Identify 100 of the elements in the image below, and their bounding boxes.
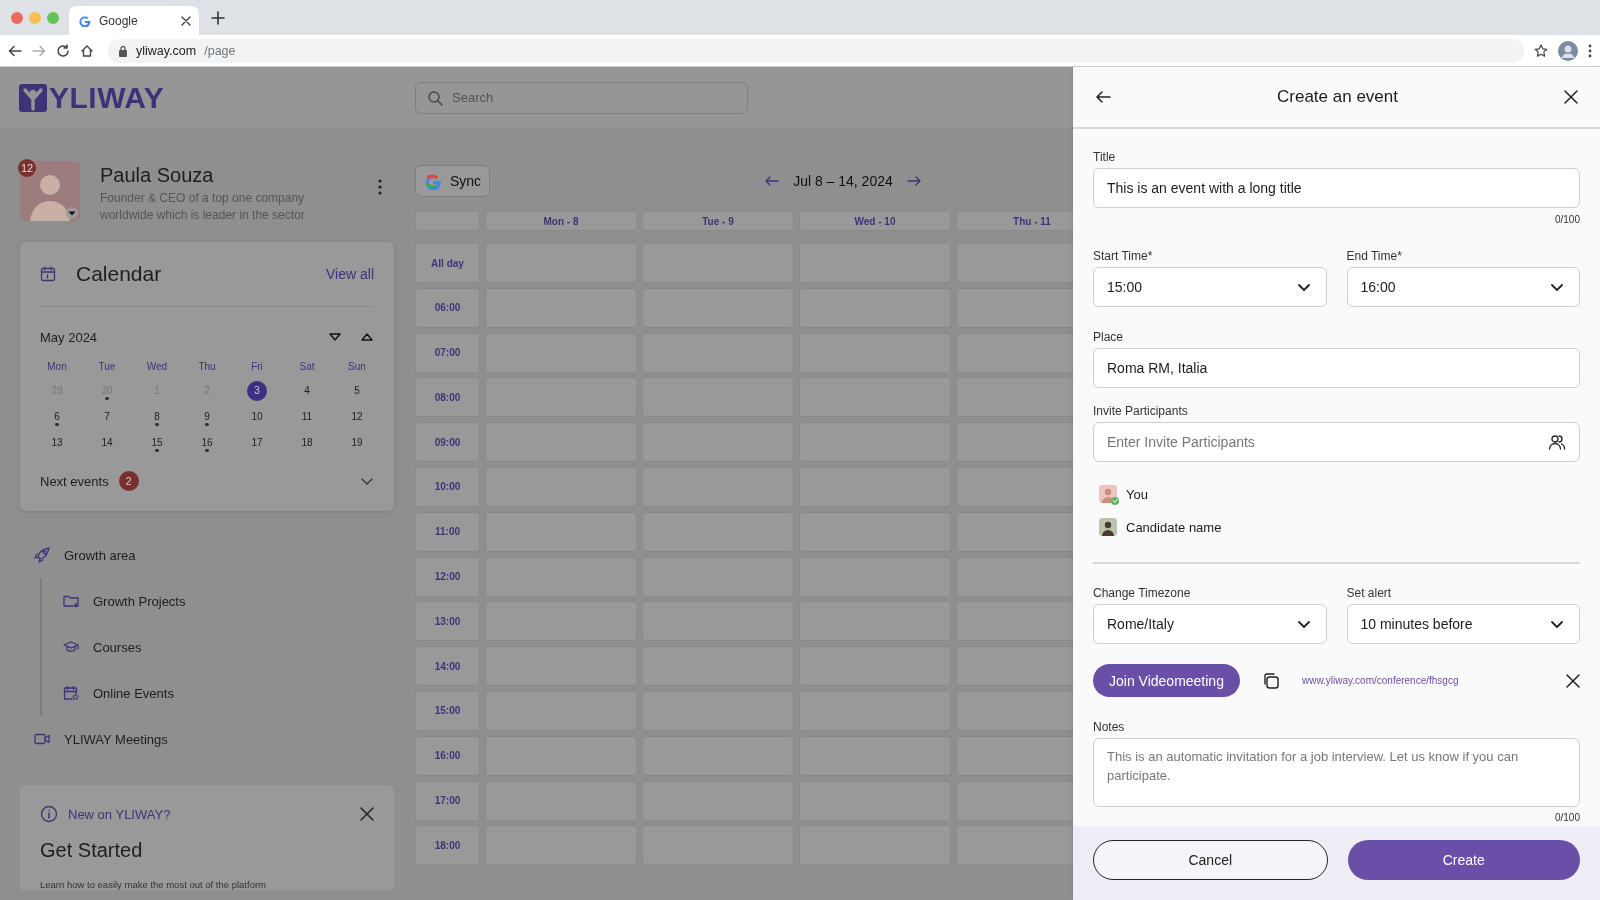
next-events-label: Next events: [40, 473, 109, 489]
weekday-label: Sat: [298, 361, 316, 374]
back-icon[interactable]: [8, 43, 22, 58]
join-videomeeting-button[interactable]: Join Videomeeting: [1093, 664, 1240, 697]
home-icon[interactable]: [80, 43, 94, 58]
next-week-icon[interactable]: [906, 175, 921, 187]
calendar-day[interactable]: 3: [247, 381, 267, 401]
next-month-icon[interactable]: [328, 331, 342, 343]
more-icon[interactable]: [1588, 43, 1592, 58]
calendar-day[interactable]: 10: [247, 407, 267, 427]
star-icon[interactable]: [1534, 43, 1548, 58]
window-minimize-icon[interactable]: [29, 11, 41, 24]
nav-item[interactable]: Growth area: [20, 532, 415, 578]
google-icon: [79, 14, 91, 27]
alert-dropdown[interactable]: 10 minutes before: [1346, 604, 1580, 644]
cancel-button[interactable]: Cancel: [1093, 840, 1328, 880]
field-label: End Time*: [1346, 249, 1403, 263]
timezone-dropdown[interactable]: Rome/Italy: [1093, 604, 1327, 644]
calendar-day[interactable]: 11: [297, 407, 317, 427]
calendar-slot[interactable]: [956, 690, 1073, 731]
nav-item[interactable]: Courses: [55, 624, 415, 670]
time-label: 11:00: [415, 511, 480, 552]
field-label: Start Time*: [1093, 249, 1154, 263]
window-maximize-icon[interactable]: [47, 11, 59, 24]
notes-input[interactable]: This is an automatic invitation for a job interview. Let us know if you can participate.: [1093, 738, 1580, 807]
week-range: Jul 8 – 14, 2024: [793, 173, 893, 189]
calendar-slot[interactable]: [956, 287, 1073, 328]
calendar-icon: [40, 266, 56, 282]
avatar-icon[interactable]: [1558, 40, 1578, 61]
dropdown-caret-icon[interactable]: [66, 207, 78, 219]
view-all-link[interactable]: View all: [326, 266, 374, 282]
end-time-dropdown[interactable]: 16:00: [1346, 267, 1580, 307]
profile-name: Paula Souza: [100, 164, 215, 187]
participant-name: Candidate name: [1126, 519, 1222, 535]
calendar-slot[interactable]: [956, 332, 1073, 373]
day-header: Thu - 11: [956, 211, 1073, 231]
address-bar[interactable]: yliway.com /page: [108, 38, 1524, 63]
time-label: 12:00: [415, 556, 480, 597]
calendar-slot[interactable]: [956, 511, 1073, 552]
more-icon[interactable]: [378, 179, 382, 195]
calendar-slot[interactable]: [956, 646, 1073, 687]
calendar-slot[interactable]: [956, 422, 1073, 463]
nav-item[interactable]: Growth Projects: [55, 578, 415, 624]
calendar-day[interactable]: 13: [47, 433, 67, 453]
logo-text: YLIWAY: [49, 80, 165, 115]
video-camera-icon: [34, 731, 50, 747]
close-icon[interactable]: [1564, 90, 1578, 104]
calendar-day[interactable]: 18: [297, 433, 317, 453]
window-close-icon[interactable]: [11, 11, 23, 24]
weekday-label: Wed: [145, 361, 169, 374]
calendar-slot[interactable]: [956, 467, 1073, 507]
day-header: Tue - 9: [642, 211, 794, 231]
close-tab-icon[interactable]: [181, 15, 191, 26]
start-time-dropdown[interactable]: 15:00: [1093, 267, 1327, 307]
create-button[interactable]: Create: [1347, 840, 1580, 880]
calendar-slot[interactable]: [956, 735, 1073, 776]
sync-button[interactable]: Sync: [415, 165, 491, 197]
character-counter: 0/100: [1553, 213, 1580, 227]
card-title: Calendar: [76, 262, 163, 286]
previous-week-icon[interactable]: [765, 175, 780, 187]
time-label: 16:00: [415, 735, 480, 776]
calendar-slot[interactable]: [956, 601, 1073, 642]
calendar-day[interactable]: 5: [347, 381, 367, 401]
field-label: Change Timezone: [1093, 586, 1192, 600]
new-tab-icon[interactable]: [211, 10, 225, 25]
avatar-icon: [1099, 485, 1117, 503]
calendar-day[interactable]: 7: [97, 407, 117, 427]
card-text: Learn how to easily make the most out of the platform: [40, 879, 267, 890]
browser-tab[interactable]: Google: [69, 6, 199, 35]
time-label: 17:00: [415, 780, 480, 821]
calendar-day[interactable]: 14: [97, 433, 117, 453]
previous-month-icon[interactable]: [360, 331, 374, 343]
character-counter: 0/100: [1553, 811, 1580, 825]
calendar-day[interactable]: 19: [347, 433, 367, 453]
calendar-day[interactable]: 4: [297, 381, 317, 401]
participants-input[interactable]: Enter Invite Participants: [1093, 422, 1580, 462]
calendar-slot[interactable]: [956, 556, 1073, 597]
nav-item[interactable]: YLIWAY Meetings: [20, 716, 415, 762]
back-icon[interactable]: [1095, 90, 1111, 104]
close-icon[interactable]: [360, 807, 374, 821]
calendar-slot[interactable]: [956, 780, 1073, 821]
place-input[interactable]: Roma RM, Italia: [1093, 348, 1580, 388]
calendar-day[interactable]: 12: [347, 407, 367, 427]
calendar-slot[interactable]: [956, 243, 1073, 283]
close-icon[interactable]: [1566, 673, 1580, 688]
time-label: 18:00: [415, 825, 480, 866]
search-icon: [427, 89, 443, 106]
notification-badge: 12: [18, 159, 36, 177]
copy-icon[interactable]: [1261, 671, 1280, 690]
forward-icon[interactable]: [32, 43, 46, 58]
reload-icon[interactable]: [56, 43, 70, 58]
meeting-link[interactable]: www.yliway.com/conference/fhsgcg: [1301, 675, 1566, 686]
search-field[interactable]: Search: [415, 81, 748, 114]
people-icon[interactable]: [1548, 433, 1566, 451]
calendar-slot[interactable]: [956, 825, 1073, 866]
calendar-day[interactable]: 17: [247, 433, 267, 453]
title-input[interactable]: This is an event with a long title: [1093, 168, 1580, 208]
field-label: Place: [1093, 330, 1125, 344]
calendar-slot[interactable]: [956, 377, 1073, 418]
nav-item[interactable]: Online Events: [55, 670, 415, 716]
